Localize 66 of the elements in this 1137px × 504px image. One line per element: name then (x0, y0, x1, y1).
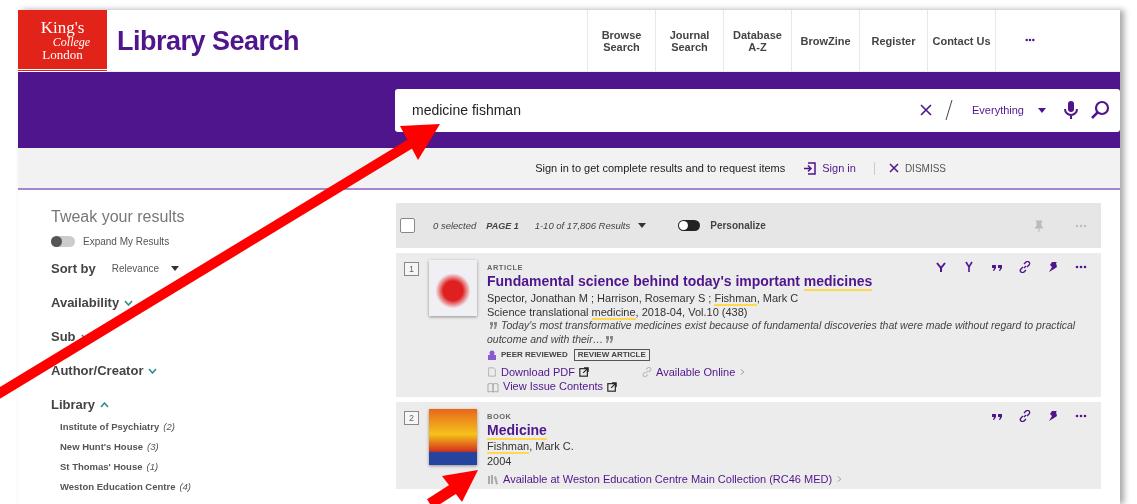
result-number: 2 (404, 410, 419, 425)
personalize-toggle[interactable] (678, 220, 701, 231)
site-title: Library Search (116, 25, 301, 58)
result-title-link[interactable]: Medicine (487, 421, 1087, 440)
result-detail: Science translational medicine, 2018-04, Vol.10 (438) (487, 305, 749, 320)
college-logo[interactable]: King's College London (18, 10, 107, 72)
facet-toggle[interactable]: Library (51, 397, 110, 412)
scope-dropdown[interactable]: Everything (966, 103, 1052, 117)
toggle-label: Expand My Results (83, 236, 170, 247)
dismiss-button[interactable]: DISMISS (873, 161, 952, 175)
expand-toggle[interactable] (51, 236, 75, 247)
sort-dropdown[interactable]: Relevance (105, 262, 186, 275)
page-label: PAGE 1 (486, 220, 519, 231)
document-icon (487, 366, 497, 379)
annotation-arrow (427, 470, 478, 504)
result-snippet: Today's most transformative medicines exist because of fundamental discoveries that were made without regard to practical outcome and with their… (487, 319, 1077, 347)
cover-placeholder (429, 260, 477, 316)
close-icon (888, 163, 899, 173)
result-tag: PEER REVIEWED (487, 349, 568, 361)
facet-option[interactable]: St Thomas' House (1) (51, 461, 159, 472)
facet-toggle[interactable]: Sub (51, 329, 90, 344)
result-action-button[interactable] (1019, 261, 1031, 273)
access-link[interactable]: Available Online (642, 365, 907, 380)
access-link[interactable]: View Issue Contents (487, 379, 642, 394)
sort-label: Sort by (51, 261, 96, 276)
results-range-dropdown[interactable]: 1-10 of 17,806 Results (528, 219, 653, 232)
external-link-icon (579, 367, 589, 378)
external-link-icon (607, 381, 618, 392)
sign-in-icon (803, 161, 817, 175)
facet-option[interactable]: Weston Education Centre (4) (51, 481, 192, 492)
link-icon (642, 367, 652, 378)
facet-toggle[interactable]: Availability (51, 295, 134, 310)
link-icon (1019, 409, 1031, 422)
facet-option[interactable]: Institute of Psychiatry (2) (51, 421, 175, 432)
search-button[interactable] (1090, 100, 1110, 120)
signin-message: Sign in to get complete results and to request items (535, 162, 786, 174)
result-detail: 2004 (487, 453, 513, 469)
access-link[interactable]: Available at Weston Education Centre Main Collection (RC46 MED) (487, 472, 907, 487)
result-detail: Fishman, Mark C. (487, 439, 575, 454)
quote-icon (490, 322, 498, 330)
link-icon (1019, 261, 1031, 273)
selected-count: 0 selected (433, 220, 477, 231)
divider-slash-icon (944, 99, 954, 121)
caret-icon (171, 266, 180, 271)
caret-icon (1038, 107, 1046, 113)
microphone-button[interactable] (1064, 100, 1078, 120)
books-icon (487, 473, 499, 486)
select-all-checkbox[interactable] (400, 218, 415, 233)
personalize-label: Personalize (710, 220, 766, 231)
cover-placeholder (429, 408, 477, 465)
sidebar-heading: Tweak your results (51, 208, 186, 226)
book-icon (487, 380, 499, 393)
access-link[interactable]: Download PDF (487, 365, 642, 380)
quote-icon (606, 336, 615, 344)
caret-icon (638, 223, 647, 228)
result-tag: REVIEW ARTICLE (573, 348, 650, 362)
badge-icon (487, 349, 497, 360)
signin-link[interactable]: Sign in (797, 160, 862, 176)
search-field[interactable]: medicine fishman Everything (395, 88, 1120, 132)
result-action-button[interactable] (1019, 409, 1031, 422)
facet-option[interactable]: New Hunt's House (3) (51, 441, 159, 452)
result-detail: Spector, Jonathan M ; Harrison, Rosemary S ; Fishman, Mark C (487, 290, 800, 306)
clear-button[interactable] (920, 104, 932, 116)
facet-toggle[interactable]: Author/Creator (51, 363, 158, 378)
result-title-link[interactable]: Fundamental science behind today's important medicines (487, 273, 1087, 291)
result-number: 1 (404, 262, 419, 276)
